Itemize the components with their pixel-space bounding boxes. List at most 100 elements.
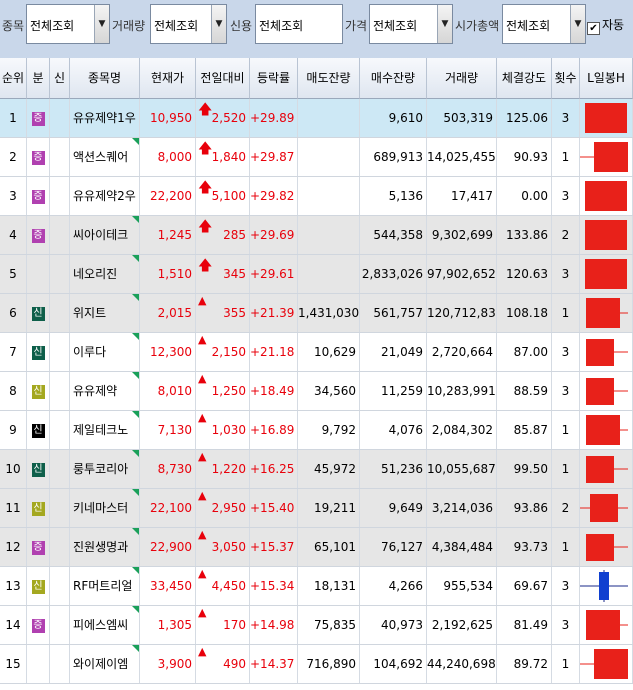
daily-candle-cell bbox=[580, 372, 633, 410]
news-flag-icon bbox=[132, 411, 139, 418]
rank-cell: 4 bbox=[0, 216, 27, 254]
stock-name-cell[interactable]: 네오리진 bbox=[70, 255, 140, 293]
stock-name-cell[interactable]: 액션스퀘어 bbox=[70, 138, 140, 176]
up-arrow-icon: 🡅 bbox=[198, 180, 213, 196]
stock-name-cell[interactable]: 피에스엠씨 bbox=[70, 606, 140, 644]
column-header-rate[interactable]: 등락률 bbox=[250, 58, 298, 99]
column-header-price[interactable]: 현재가 bbox=[140, 58, 196, 99]
dropdown-arrow-icon[interactable]: ▼ bbox=[94, 5, 109, 43]
column-header-bid[interactable]: 매수잔량 bbox=[360, 58, 427, 99]
filter-value: 전체조회 bbox=[259, 19, 304, 33]
table-row[interactable]: 13 신 RF머트리얼 33,450 4,450 ▲ +15.34 18,131 4,266 95… bbox=[0, 567, 633, 606]
column-header-credit[interactable]: 신 bbox=[50, 58, 70, 99]
up-arrow-icon: ▲ bbox=[198, 372, 207, 385]
strength-cell: 99.50 bbox=[497, 450, 552, 488]
table-row[interactable]: 7 신 이루다 12,300 2,150 ▲ +21.18 10,629 21,049 2,720… bbox=[0, 333, 633, 372]
stock-name-cell[interactable]: 룽투코리아 bbox=[70, 450, 140, 488]
filter-select-price[interactable]: 전체조회 ▼ bbox=[369, 4, 453, 44]
stock-name-cell[interactable]: 제일테크노 bbox=[70, 411, 140, 449]
dropdown-arrow-icon[interactable]: ▼ bbox=[211, 5, 226, 43]
table-row[interactable]: 1 증 유유제약1우 10,950 2,520 🡅 +29.89 9,610 503,319 12… bbox=[0, 99, 633, 138]
kind-cell bbox=[27, 255, 50, 293]
filter-label-stock: 종목 bbox=[2, 19, 25, 33]
ask-volume-cell: 45,972 bbox=[298, 450, 360, 488]
up-arrow-icon: ▲ bbox=[198, 606, 207, 619]
dropdown-arrow-icon[interactable]: ▼ bbox=[570, 5, 585, 43]
column-header-change[interactable]: 전일대비 bbox=[196, 58, 250, 99]
table-row[interactable]: 8 신 유유제약 8,010 1,250 ▲ +18.49 34,560 11,259 10,28… bbox=[0, 372, 633, 411]
stock-name-cell[interactable]: 진원생명과 bbox=[70, 528, 140, 566]
dropdown-arrow-icon[interactable]: ▼ bbox=[437, 5, 452, 43]
rate-cell: +15.37 bbox=[250, 528, 298, 566]
volume-cell: 17,417 bbox=[427, 177, 497, 215]
bid-volume-cell: 4,266 bbox=[360, 567, 427, 605]
rate-cell: +18.49 bbox=[250, 372, 298, 410]
up-arrow-icon: 🡅 bbox=[198, 102, 213, 118]
filter-select-stock[interactable]: 전체조회 ▼ bbox=[26, 4, 110, 44]
table-row[interactable]: 5 네오리진 1,510 345 🡅 +29.61 2,833,026 97,902,652 1… bbox=[0, 255, 633, 294]
price-cell: 22,900 bbox=[140, 528, 196, 566]
table-row[interactable]: 4 증 씨아이테크 1,245 285 🡅 +29.69 544,358 9,302,699 13… bbox=[0, 216, 633, 255]
kind-cell: 신 bbox=[27, 333, 50, 371]
stock-name-cell[interactable]: 씨아이테크 bbox=[70, 216, 140, 254]
daily-candle-cell bbox=[580, 489, 633, 527]
column-header-chart[interactable]: L일봉H bbox=[580, 58, 633, 99]
stock-name-cell[interactable]: 유유제약 bbox=[70, 372, 140, 410]
count-cell: 3 bbox=[552, 567, 580, 605]
strength-cell: 93.86 bbox=[497, 489, 552, 527]
table-row[interactable]: 12 증 진원생명과 22,900 3,050 ▲ +15.37 65,101 76,127 4,… bbox=[0, 528, 633, 567]
credit-cell bbox=[50, 294, 70, 332]
table-row[interactable]: 9 신 제일테크노 7,130 1,030 ▲ +16.89 9,792 4,076 2,084,… bbox=[0, 411, 633, 450]
up-arrow-icon: 🡅 bbox=[198, 141, 213, 157]
stock-name-cell[interactable]: 키네마스터 bbox=[70, 489, 140, 527]
filter-select-marketcap[interactable]: 전체조회 ▼ bbox=[502, 4, 586, 44]
column-header-strength[interactable]: 체결강도 bbox=[497, 58, 552, 99]
column-header-rank[interactable]: 순위 bbox=[0, 58, 27, 99]
table-row[interactable]: 10 신 룽투코리아 8,730 1,220 ▲ +16.25 45,972 51,236 10,… bbox=[0, 450, 633, 489]
candle-icon bbox=[585, 259, 627, 289]
table-row[interactable]: 2 증 액션스퀘어 8,000 1,840 🡅 +29.87 689,913 14,025,45… bbox=[0, 138, 633, 177]
column-header-name[interactable]: 종목명 bbox=[70, 58, 140, 99]
column-header-ask[interactable]: 매도잔량 bbox=[298, 58, 360, 99]
daily-candle-cell bbox=[580, 138, 633, 176]
badge-credit: 신 bbox=[31, 462, 45, 477]
column-header-kind[interactable]: 분 bbox=[27, 58, 50, 99]
table-row[interactable]: 6 신 위지트 2,015 355 ▲ +21.39 1,431,030 561,757 120,… bbox=[0, 294, 633, 333]
filter-value: 전체조회 bbox=[30, 19, 75, 33]
filter-select-volume[interactable]: 전체조회 ▼ bbox=[150, 4, 227, 44]
candle-icon bbox=[580, 494, 628, 522]
kind-cell: 신 bbox=[27, 372, 50, 410]
stock-name-cell[interactable]: 이루다 bbox=[70, 333, 140, 371]
up-arrow-icon: ▲ bbox=[198, 450, 207, 463]
candle-body bbox=[586, 610, 620, 640]
stock-name-cell[interactable]: 유유제약2우 bbox=[70, 177, 140, 215]
count-cell: 1 bbox=[552, 411, 580, 449]
rate-cell: +29.89 bbox=[250, 99, 298, 137]
bid-volume-cell: 104,692 bbox=[360, 645, 427, 683]
count-cell: 3 bbox=[552, 333, 580, 371]
stock-name-cell[interactable]: RF머트리얼 bbox=[70, 567, 140, 605]
column-header-volume[interactable]: 거래량 bbox=[427, 58, 497, 99]
kind-cell: 신 bbox=[27, 450, 50, 488]
table-row[interactable]: 15 와이제이엠 3,900 490 ▲ +14.37 716,890 104,692 44,2… bbox=[0, 645, 633, 684]
auto-checkbox[interactable]: ✔ 자동 bbox=[587, 16, 624, 35]
filter-select-credit[interactable]: 전체조회 bbox=[255, 4, 343, 44]
bid-volume-cell: 5,136 bbox=[360, 177, 427, 215]
volume-cell: 97,902,652 bbox=[427, 255, 497, 293]
stock-name-cell[interactable]: 위지트 bbox=[70, 294, 140, 332]
strength-cell: 85.87 bbox=[497, 411, 552, 449]
stock-name-cell[interactable]: 와이제이엠 bbox=[70, 645, 140, 683]
kind-cell: 신 bbox=[27, 567, 50, 605]
stock-name-cell[interactable]: 유유제약1우 bbox=[70, 99, 140, 137]
table-row[interactable]: 11 신 키네마스터 22,100 2,950 ▲ +15.40 19,211 9,649 3,2… bbox=[0, 489, 633, 528]
table-row[interactable]: 14 증 피에스엠씨 1,305 170 ▲ +14.98 75,835 40,973 2,192… bbox=[0, 606, 633, 645]
table-row[interactable]: 3 증 유유제약2우 22,200 5,100 🡅 +29.82 5,136 17,417 0.0… bbox=[0, 177, 633, 216]
checkmark-icon[interactable]: ✔ bbox=[587, 22, 600, 35]
strength-cell: 88.59 bbox=[497, 372, 552, 410]
column-header-count[interactable]: 횟수 bbox=[552, 58, 580, 99]
news-flag-icon bbox=[132, 372, 139, 379]
price-cell: 22,100 bbox=[140, 489, 196, 527]
daily-candle-cell bbox=[580, 255, 633, 293]
strength-cell: 89.72 bbox=[497, 645, 552, 683]
candle-body bbox=[594, 649, 628, 679]
